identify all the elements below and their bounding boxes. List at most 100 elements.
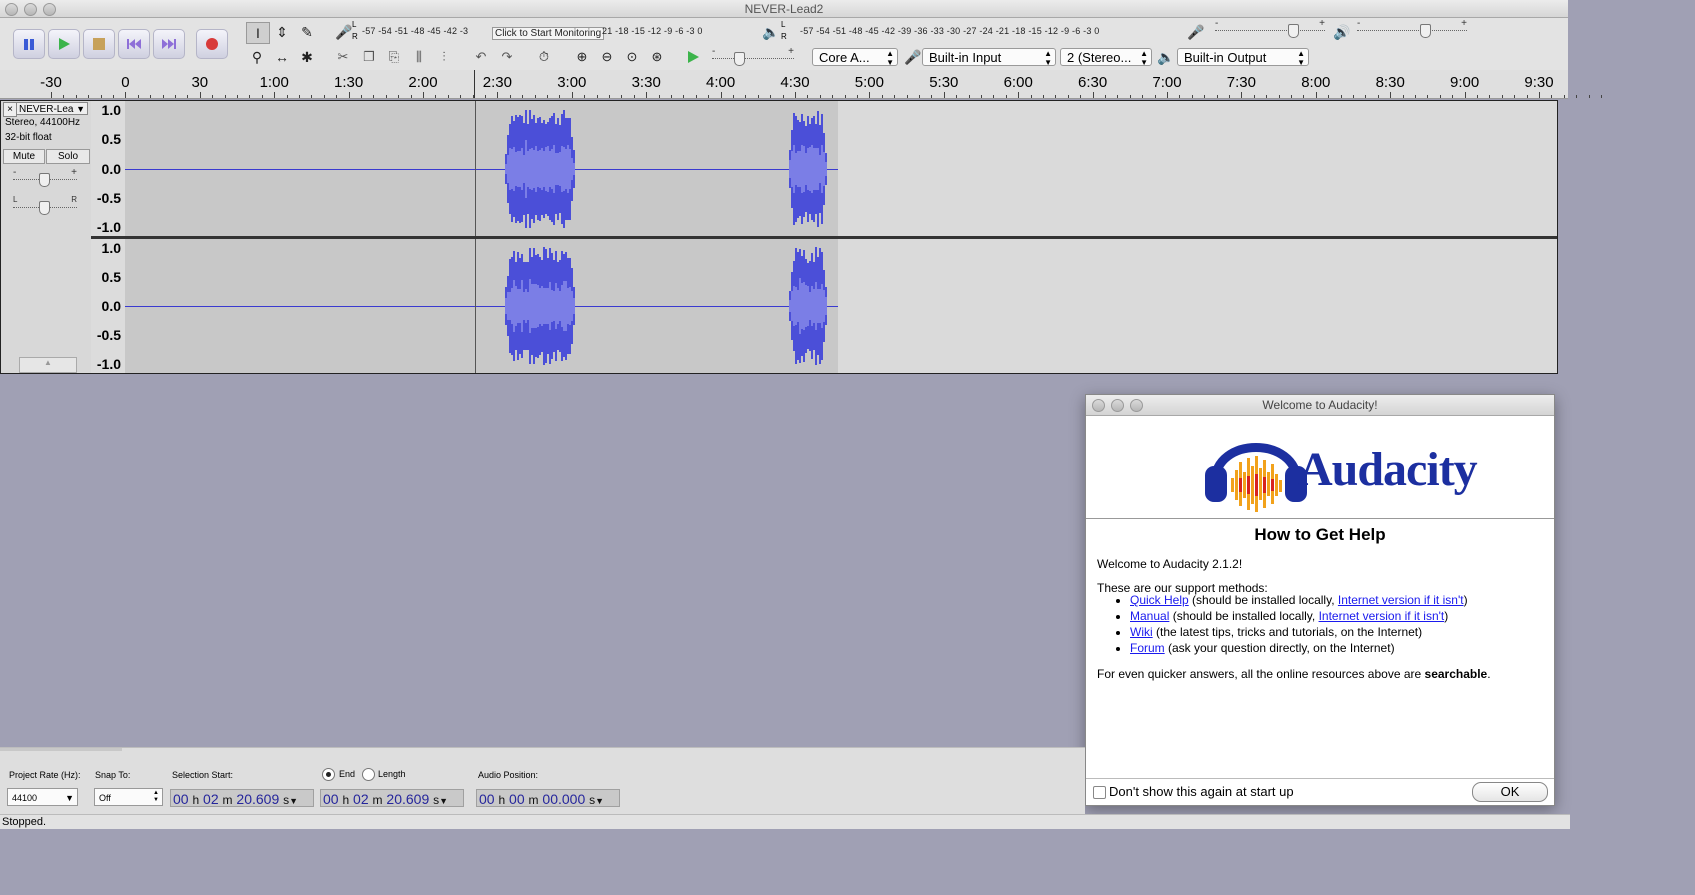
ruler-minor-tick (1526, 95, 1528, 98)
mute-button[interactable]: Mute (3, 149, 45, 164)
chevron-down-icon[interactable]: ▼ (595, 796, 604, 806)
undo-icon[interactable]: ↶ (470, 47, 492, 67)
manual-link[interactable]: Manual (1130, 609, 1169, 623)
ruler-minor-tick (1291, 95, 1292, 98)
ruler-minor-tick (373, 95, 375, 98)
selection-tool-icon[interactable]: I (246, 22, 270, 44)
ruler-minor-tick (1340, 95, 1342, 98)
envelope-tool-icon[interactable]: ⇕ (271, 22, 293, 42)
play-speed-slider[interactable]: - + (712, 46, 794, 66)
input-volume-slider[interactable]: - + (1215, 18, 1325, 38)
skip-to-end-button[interactable] (153, 29, 185, 59)
dialog-minimize-icon[interactable] (1111, 399, 1124, 412)
selection-toolbar: Project Rate (Hz): 44100 ▼ Snap To: Off ▲ ▼… (0, 747, 1085, 814)
ruler-minor-tick (1365, 95, 1367, 98)
selection-start-time[interactable]: 00 h 02 m 20.609 s▼ (170, 789, 314, 807)
waveform-channel-left[interactable] (125, 101, 1557, 236)
sync-lock-icon[interactable]: ⏱ (533, 47, 555, 67)
stop-button[interactable] (83, 29, 115, 59)
amplitude-label: 0.0 (101, 298, 121, 314)
project-rate-combo[interactable]: 44100 ▼ (7, 788, 78, 806)
record-button[interactable] (196, 29, 228, 59)
seconds: 00.000 (542, 791, 586, 807)
record-meter[interactable]: -57 -54 -51 -48 -45 -42 -3 Click to Star… (362, 21, 742, 41)
chevron-down-icon[interactable]: ▼ (289, 796, 298, 806)
play-meter-speaker-icon[interactable]: 🔈 (760, 22, 782, 42)
collapse-track-button[interactable]: ▲ (19, 357, 77, 373)
edit-cursor (475, 239, 476, 373)
amplitude-label: 0.5 (101, 269, 121, 285)
solo-button[interactable]: Solo (46, 149, 90, 164)
length-radio[interactable] (362, 768, 375, 781)
forum-link[interactable]: Forum (1130, 641, 1165, 655)
fit-selection-icon[interactable]: ⊙ (621, 47, 643, 67)
waveform-channel-right[interactable] (125, 239, 1557, 373)
ruler-minor-tick (1117, 95, 1119, 98)
audio-position-time[interactable]: 00 h 00 m 00.000 s▼ (476, 789, 620, 807)
mixer-mic-icon: 🎤 (1187, 23, 1205, 40)
copy-icon[interactable]: ❐ (358, 47, 380, 67)
paste-icon[interactable]: ⎘ (383, 47, 405, 67)
play-button[interactable] (48, 29, 80, 59)
end-label: End (339, 769, 356, 779)
hours: 00 (323, 791, 339, 807)
ruler-minor-tick (919, 95, 920, 98)
cut-icon[interactable]: ✂ (332, 47, 354, 67)
gain-plus: + (71, 167, 77, 178)
input-channels-select[interactable]: 2 (Stereo... ▲ ▼ (1060, 48, 1152, 67)
gain-knob[interactable] (39, 173, 50, 187)
multi-tool-icon[interactable]: ✱ (296, 47, 318, 67)
unit-h: h (192, 793, 200, 807)
ruler-minor-tick (113, 95, 114, 98)
timeline-ruler[interactable]: -30 0 30 1:00 1:30 2:00 2:30 3:00 3:30 4:00 4:30 5:… (0, 70, 1602, 99)
dont-show-label[interactable]: Don't show this again at start up (1109, 784, 1294, 799)
play-speed-knob[interactable] (734, 52, 745, 66)
play-at-speed-button[interactable] (682, 47, 704, 67)
zoom-in-icon[interactable]: ⊕ (571, 47, 593, 67)
dont-show-checkbox[interactable] (1093, 786, 1106, 799)
dialog-zoom-icon[interactable] (1130, 399, 1143, 412)
play-meter[interactable]: -57 -54 -51 -48 -45 -42 -39 -36 -33 -30 … (800, 21, 1170, 41)
pause-button[interactable] (13, 29, 45, 59)
zoom-tool-icon[interactable]: ⚲ (246, 47, 268, 67)
input-volume-max: + (1319, 18, 1325, 29)
wiki-link[interactable]: Wiki (1130, 625, 1153, 639)
snap-to-select[interactable]: Off ▲ ▼ (94, 788, 163, 806)
draw-tool-icon[interactable]: ✎ (296, 22, 318, 42)
ruler-minor-tick (1303, 95, 1305, 98)
selection-end-time[interactable]: 00 h 02 m 20.609 s▼ (320, 789, 464, 807)
skip-to-start-button[interactable] (118, 29, 150, 59)
audio-host-select[interactable]: Core A... ▲ ▼ (812, 48, 898, 67)
ruler-minor-tick (460, 95, 462, 98)
output-volume-slider[interactable]: - + (1357, 18, 1467, 38)
fit-project-icon[interactable]: ⊛ (646, 47, 668, 67)
pan-knob[interactable] (39, 201, 50, 215)
input-volume-min: - (1215, 18, 1219, 29)
ruler-minor-tick (1576, 95, 1578, 98)
audacity-logo: Audacity (1086, 416, 1554, 519)
ruler-minor-tick (1489, 95, 1491, 98)
input-device-select[interactable]: Built-in Input ▲ ▼ (922, 48, 1056, 67)
track-close-button[interactable]: × (3, 102, 17, 117)
chevron-down-icon[interactable]: ▼ (439, 796, 448, 806)
input-volume-knob[interactable] (1288, 24, 1299, 38)
timeshift-tool-icon[interactable]: ↔ (271, 47, 293, 67)
quick-help-internet-link[interactable]: Internet version if it isn't (1338, 593, 1464, 607)
track-name-menu[interactable]: NEVER-Lea ▼ (16, 102, 88, 115)
dialog-close-icon[interactable] (1092, 399, 1105, 412)
amplitude-label: 0.0 (101, 160, 121, 177)
track-gain-slider[interactable]: - + (13, 167, 77, 187)
manual-internet-link[interactable]: Internet version if it isn't (1319, 609, 1445, 623)
ruler-minor-tick (1105, 95, 1106, 98)
end-radio[interactable] (322, 768, 335, 781)
silence-icon[interactable]: ⫶ (433, 47, 455, 67)
zoom-out-icon[interactable]: ⊖ (596, 47, 618, 67)
trim-icon[interactable]: ⫼ (408, 47, 430, 67)
quick-help-link[interactable]: Quick Help (1130, 593, 1189, 607)
track-pan-slider[interactable]: L R (13, 195, 77, 215)
output-volume-knob[interactable] (1420, 24, 1431, 38)
redo-icon[interactable]: ↷ (496, 47, 518, 67)
output-device-select[interactable]: Built-in Output ▲ ▼ (1177, 48, 1309, 67)
ok-button[interactable]: OK (1472, 782, 1548, 802)
ruler-minor-tick (286, 95, 288, 98)
